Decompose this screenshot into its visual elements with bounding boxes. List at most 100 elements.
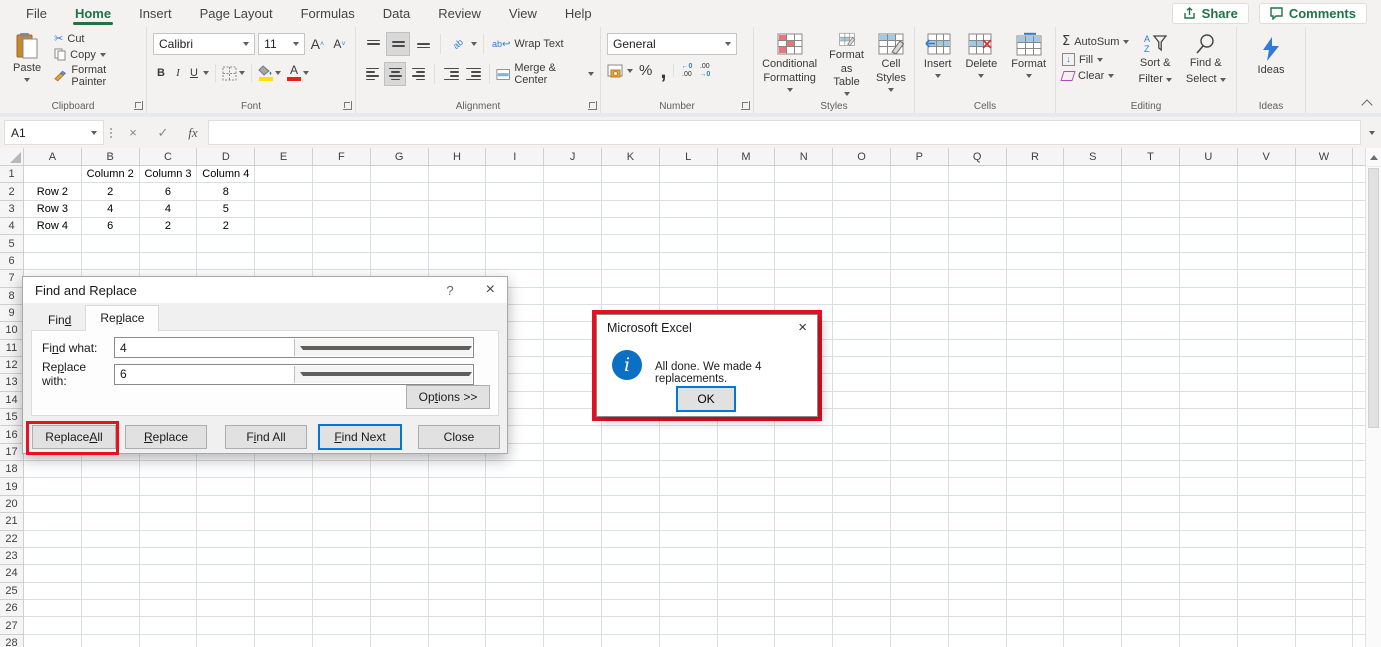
cell-K17[interactable] bbox=[602, 444, 660, 461]
cell-I26[interactable] bbox=[486, 600, 544, 617]
cell-P22[interactable] bbox=[891, 531, 949, 548]
cell-W26[interactable] bbox=[1296, 600, 1354, 617]
cell-E28[interactable] bbox=[255, 635, 313, 647]
align-right-button[interactable] bbox=[408, 63, 428, 85]
cell-L19[interactable] bbox=[660, 478, 718, 495]
cell-E19[interactable] bbox=[255, 478, 313, 495]
cell-J28[interactable] bbox=[544, 635, 602, 647]
orientation-button[interactable]: ab bbox=[443, 29, 474, 60]
cell-R22[interactable] bbox=[1007, 531, 1065, 548]
cell-A25[interactable] bbox=[24, 583, 82, 600]
cell-T23[interactable] bbox=[1122, 548, 1180, 565]
cell-N7[interactable] bbox=[775, 270, 833, 287]
cell-C3[interactable]: 4 bbox=[140, 201, 198, 218]
cell-W23[interactable] bbox=[1296, 548, 1354, 565]
underline-button[interactable]: U bbox=[187, 62, 201, 84]
cell-P16[interactable] bbox=[891, 426, 949, 443]
cell-R27[interactable] bbox=[1007, 617, 1065, 634]
cell-K28[interactable] bbox=[602, 635, 660, 647]
cell-F22[interactable] bbox=[313, 531, 371, 548]
tab-page-layout[interactable]: Page Layout bbox=[186, 0, 287, 27]
col-header-R[interactable]: R bbox=[1007, 148, 1065, 166]
cell-R10[interactable] bbox=[1007, 322, 1065, 339]
cell-K4[interactable] bbox=[602, 218, 660, 235]
cell-E21[interactable] bbox=[255, 513, 313, 530]
ideas-button[interactable]: Ideas bbox=[1253, 30, 1290, 98]
cell-J1[interactable] bbox=[544, 166, 602, 183]
cell-K5[interactable] bbox=[602, 235, 660, 252]
cell-P25[interactable] bbox=[891, 583, 949, 600]
cell-U6[interactable] bbox=[1180, 253, 1238, 270]
cell-G26[interactable] bbox=[371, 600, 429, 617]
cell-W21[interactable] bbox=[1296, 513, 1354, 530]
cell-I2[interactable] bbox=[486, 183, 544, 200]
cell-B1[interactable]: Column 2 bbox=[82, 166, 140, 183]
cell-P2[interactable] bbox=[891, 183, 949, 200]
cell-O7[interactable] bbox=[833, 270, 891, 287]
cell-O8[interactable] bbox=[833, 288, 891, 305]
expand-formula-bar-icon[interactable] bbox=[1363, 131, 1381, 135]
cell-A4[interactable]: Row 4 bbox=[24, 218, 82, 235]
copy-button[interactable]: Copy bbox=[54, 48, 140, 61]
cell-M18[interactable] bbox=[718, 461, 776, 478]
find-next-button[interactable]: Find Next bbox=[318, 424, 402, 450]
cell-I1[interactable] bbox=[486, 166, 544, 183]
cell-L23[interactable] bbox=[660, 548, 718, 565]
cell-O10[interactable] bbox=[833, 322, 891, 339]
cell-M24[interactable] bbox=[718, 565, 776, 582]
format-cells-button[interactable]: Format bbox=[1006, 30, 1051, 98]
cell-E24[interactable] bbox=[255, 565, 313, 582]
cell-I3[interactable] bbox=[486, 201, 544, 218]
cell-C19[interactable] bbox=[140, 478, 198, 495]
ok-button[interactable]: OK bbox=[676, 386, 736, 412]
cell-R15[interactable] bbox=[1007, 409, 1065, 426]
cell-S7[interactable] bbox=[1064, 270, 1122, 287]
cell-M7[interactable] bbox=[718, 270, 776, 287]
cell-T8[interactable] bbox=[1122, 288, 1180, 305]
cell-S19[interactable] bbox=[1064, 478, 1122, 495]
cell-P6[interactable] bbox=[891, 253, 949, 270]
cell-G4[interactable] bbox=[371, 218, 429, 235]
cell-K21[interactable] bbox=[602, 513, 660, 530]
cell-L27[interactable] bbox=[660, 617, 718, 634]
cell-Q10[interactable] bbox=[949, 322, 1007, 339]
cell-N5[interactable] bbox=[775, 235, 833, 252]
comma-style-button[interactable]: , bbox=[660, 67, 666, 75]
cell-S6[interactable] bbox=[1064, 253, 1122, 270]
fill-button[interactable]: ↓ Fill bbox=[1062, 53, 1129, 66]
col-header-S[interactable]: S bbox=[1064, 148, 1122, 166]
cell-I6[interactable] bbox=[486, 253, 544, 270]
cell-R7[interactable] bbox=[1007, 270, 1065, 287]
replace-all-button[interactable]: Replace All bbox=[32, 425, 116, 449]
cell-E23[interactable] bbox=[255, 548, 313, 565]
cell-H19[interactable] bbox=[429, 478, 487, 495]
cell-C5[interactable] bbox=[140, 235, 198, 252]
cell-R18[interactable] bbox=[1007, 461, 1065, 478]
cell-A28[interactable] bbox=[24, 635, 82, 647]
cell-V17[interactable] bbox=[1238, 444, 1296, 461]
cell-K25[interactable] bbox=[602, 583, 660, 600]
cell-N23[interactable] bbox=[775, 548, 833, 565]
cell-I25[interactable] bbox=[486, 583, 544, 600]
increase-decimal-button[interactable]: ←0.00 bbox=[681, 63, 692, 78]
cell-B24[interactable] bbox=[82, 565, 140, 582]
cell-U1[interactable] bbox=[1180, 166, 1238, 183]
cell-R1[interactable] bbox=[1007, 166, 1065, 183]
cell-Q7[interactable] bbox=[949, 270, 1007, 287]
cell-A24[interactable] bbox=[24, 565, 82, 582]
cell-U17[interactable] bbox=[1180, 444, 1238, 461]
cell-A27[interactable] bbox=[24, 617, 82, 634]
cell-S14[interactable] bbox=[1064, 392, 1122, 409]
row-header-8[interactable]: 8 bbox=[0, 288, 24, 305]
cell-E1[interactable] bbox=[255, 166, 313, 183]
cell-V1[interactable] bbox=[1238, 166, 1296, 183]
cell-Q3[interactable] bbox=[949, 201, 1007, 218]
cell-W1[interactable] bbox=[1296, 166, 1354, 183]
cell-P4[interactable] bbox=[891, 218, 949, 235]
align-left-button[interactable] bbox=[362, 63, 382, 85]
row-header-18[interactable]: 18 bbox=[0, 461, 24, 478]
cell-O9[interactable] bbox=[833, 305, 891, 322]
cell-P19[interactable] bbox=[891, 478, 949, 495]
cell-S24[interactable] bbox=[1064, 565, 1122, 582]
cell-V22[interactable] bbox=[1238, 531, 1296, 548]
